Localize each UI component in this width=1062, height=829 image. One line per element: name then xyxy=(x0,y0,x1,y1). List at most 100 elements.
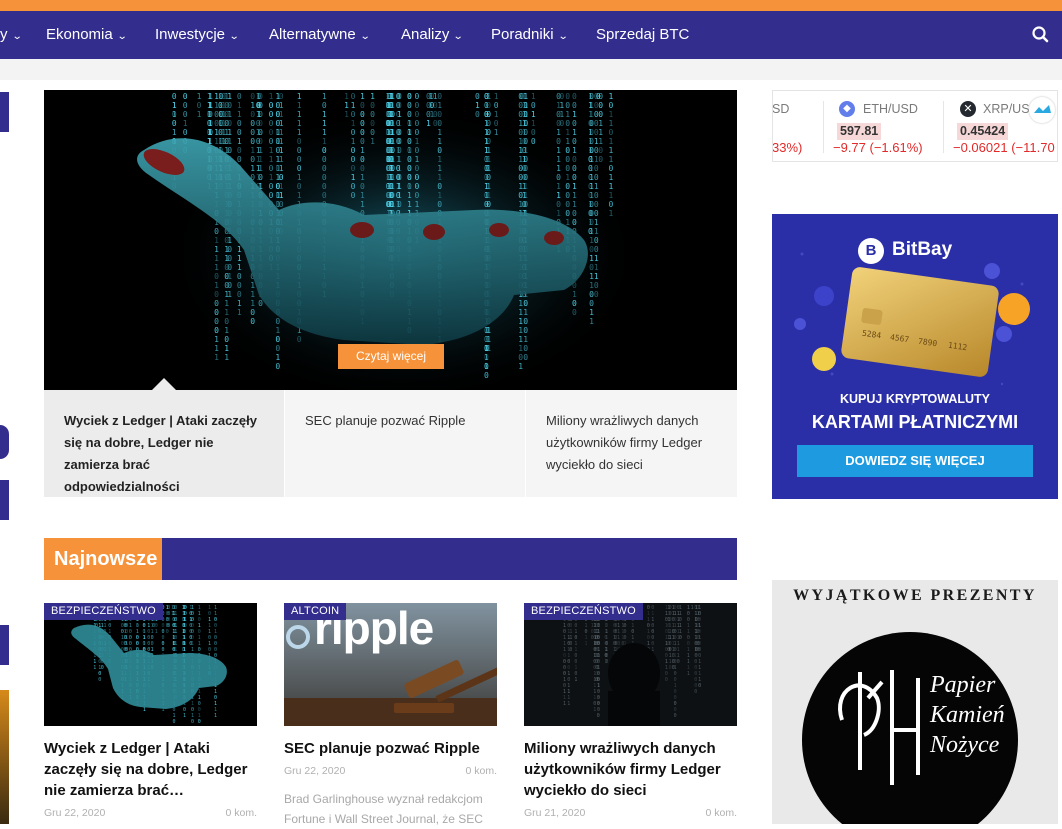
svg-text:0: 0 xyxy=(172,110,177,119)
svg-text:1: 1 xyxy=(588,110,593,119)
svg-text:0: 0 xyxy=(275,317,280,326)
article-title[interactable]: SEC planuje pozwać Ripple xyxy=(284,738,497,759)
svg-text:0: 0 xyxy=(523,200,528,209)
nav-item-inwestycje[interactable]: Inwestycje ⌄ xyxy=(155,11,240,59)
left-sidebar-fragment xyxy=(0,480,9,520)
category-badge[interactable]: BEZPIECZEŃSTWO xyxy=(524,603,643,620)
ticker-price: 0.45424 xyxy=(957,123,1009,140)
svg-text:0: 0 xyxy=(407,164,412,173)
svg-text:1: 1 xyxy=(437,191,442,200)
chevron-down-icon: ⌄ xyxy=(228,31,240,42)
svg-text:1: 1 xyxy=(565,110,570,119)
svg-text:0: 0 xyxy=(214,326,219,335)
svg-text:0: 0 xyxy=(297,137,302,146)
svg-text:1: 1 xyxy=(572,191,577,200)
article-title[interactable]: Wyciek z Ledger | Ataki zaczęły się na d… xyxy=(44,738,257,801)
svg-text:0: 0 xyxy=(351,128,356,137)
hero-tab[interactable]: SEC planuje pozwać Ripple xyxy=(285,390,525,497)
svg-text:0: 0 xyxy=(322,191,327,200)
svg-text:0: 0 xyxy=(360,182,365,191)
nav-item-ekonomia[interactable]: Ekonomia ⌄ xyxy=(46,11,127,59)
article-card: 1100110010010110100010011001010110110011… xyxy=(44,603,257,827)
svg-text:1: 1 xyxy=(430,110,435,119)
svg-text:1: 1 xyxy=(397,110,402,119)
crypto-price-ticker[interactable]: SD 33%) ◆ ETH/USD 597.81 −9.77 (−1.61%) … xyxy=(772,90,1058,162)
svg-text:1: 1 xyxy=(224,299,229,308)
bitbay-brand: BitBay xyxy=(892,239,953,260)
svg-text:0: 0 xyxy=(407,110,412,119)
svg-text:0: 0 xyxy=(594,128,599,137)
svg-text:0: 0 xyxy=(572,92,577,101)
svg-text:0: 0 xyxy=(237,281,242,290)
svg-text:0: 0 xyxy=(101,665,104,671)
svg-text:0: 0 xyxy=(183,110,188,119)
chevron-down-icon: ⌄ xyxy=(11,31,23,42)
svg-text:0: 0 xyxy=(556,173,561,182)
left-sidebar-fragment xyxy=(0,625,9,665)
svg-text:1: 1 xyxy=(556,164,561,173)
svg-text:0: 0 xyxy=(166,629,169,635)
svg-text:0: 0 xyxy=(250,92,255,101)
svg-text:0: 0 xyxy=(523,155,528,164)
svg-text:0: 0 xyxy=(275,344,280,353)
svg-text:0: 0 xyxy=(594,146,599,155)
search-icon[interactable] xyxy=(1030,24,1052,46)
svg-text:0: 0 xyxy=(269,110,274,119)
nav-item-truncated[interactable]: y ⌄ xyxy=(0,11,23,59)
gifts-ad-banner[interactable]: WYJĄTKOWE PREZENTY Papier Kamień Nożyce xyxy=(772,580,1058,824)
svg-text:1: 1 xyxy=(143,707,146,713)
nav-item-analizy[interactable]: Analizy ⌄ xyxy=(401,11,464,59)
hero-tab[interactable]: Wyciek z Ledger | Ataki zaczęły się na d… xyxy=(44,390,284,497)
svg-text:1: 1 xyxy=(518,362,523,371)
svg-text:0: 0 xyxy=(269,128,274,137)
svg-text:1: 1 xyxy=(687,671,690,677)
svg-text:0: 0 xyxy=(397,128,402,137)
svg-text:0: 0 xyxy=(322,101,327,110)
svg-text:1: 1 xyxy=(574,677,577,683)
ticker-divider xyxy=(943,101,944,153)
svg-text:1: 1 xyxy=(484,146,489,155)
category-badge[interactable]: BEZPIECZEŃSTWO xyxy=(44,603,163,620)
svg-text:1: 1 xyxy=(276,164,281,173)
svg-text:0: 0 xyxy=(397,137,402,146)
svg-text:0: 0 xyxy=(437,182,442,191)
svg-text:1: 1 xyxy=(370,137,375,146)
read-more-button[interactable]: Czytaj więcej xyxy=(338,344,444,369)
ticker-symbol: SD xyxy=(772,102,790,116)
svg-text:1: 1 xyxy=(588,137,593,146)
svg-text:0: 0 xyxy=(597,713,600,719)
svg-text:1: 1 xyxy=(572,182,577,191)
nav-item-poradniki[interactable]: Poradniki ⌄ xyxy=(491,11,568,59)
chevron-down-icon: ⌄ xyxy=(359,31,371,42)
svg-text:1: 1 xyxy=(407,128,412,137)
svg-text:0: 0 xyxy=(695,653,698,659)
svg-text:1: 1 xyxy=(322,92,327,101)
svg-text:0: 0 xyxy=(588,173,593,182)
svg-text:0: 0 xyxy=(609,101,614,110)
article-thumbnail[interactable]: 1100110010010110100010011001010110110011… xyxy=(44,603,257,726)
hero-tab[interactable]: Miliony wrażliwych danych użytkowników f… xyxy=(526,390,737,497)
nav-item-alternatywne[interactable]: Alternatywne ⌄ xyxy=(269,11,371,59)
nav-item-sprzedaj-btc[interactable]: Sprzedaj BTC xyxy=(596,11,689,59)
ad-cta-button[interactable]: DOWIEDZ SIĘ WIĘCEJ xyxy=(797,445,1033,477)
comment-count[interactable]: 0 kom. xyxy=(705,807,737,819)
svg-text:0: 0 xyxy=(531,137,536,146)
comment-count[interactable]: 0 kom. xyxy=(225,807,257,819)
svg-text:1: 1 xyxy=(397,119,402,128)
article-thumbnail[interactable]: ripple ALTCOIN xyxy=(284,603,497,726)
svg-text:0: 0 xyxy=(594,101,599,110)
article-title[interactable]: Miliony wrażliwych danych użytkowników f… xyxy=(524,738,737,801)
svg-text:0: 0 xyxy=(184,623,187,629)
svg-text:0: 0 xyxy=(589,245,594,254)
widget-logo-icon[interactable] xyxy=(1029,97,1055,123)
svg-text:1: 1 xyxy=(237,263,242,272)
article-thumbnail[interactable]: 1110110000011100110100101000111101101100… xyxy=(524,603,737,726)
svg-text:1: 1 xyxy=(594,137,599,146)
svg-text:1: 1 xyxy=(415,137,420,146)
category-badge[interactable]: ALTCOIN xyxy=(284,603,347,620)
bitbay-ad-banner[interactable]: B BitBay 5284 4567 7890 1112 KUPUJ KRYPT… xyxy=(772,214,1058,499)
svg-text:0: 0 xyxy=(224,281,229,290)
svg-text:0: 0 xyxy=(594,173,599,182)
comment-count[interactable]: 0 kom. xyxy=(465,765,497,777)
svg-text:0: 0 xyxy=(415,110,420,119)
